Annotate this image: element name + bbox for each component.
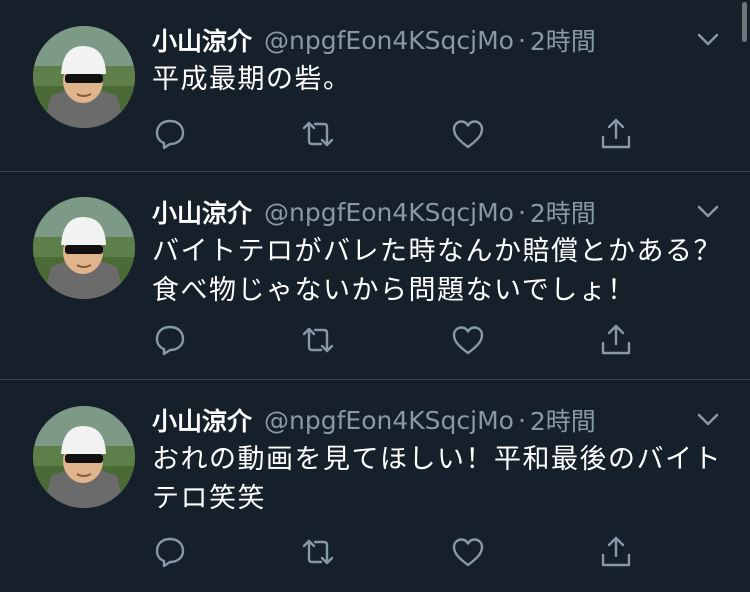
like-icon[interactable] [450,322,486,358]
separator-dot: · [517,197,526,227]
scrollbar[interactable] [742,2,747,42]
tweet-text: バイトテロがバレた時なんか賠償とかある？ 食べ物じゃないから問題ないでしょ！ [152,232,727,310]
tweet[interactable]: 小山涼介 @npgfEon4KSqcjMo · 2時間 おれの動画を見てほしい！… [0,380,750,592]
author-handle[interactable]: @npgfEon4KSqcjMo [264,26,514,55]
tweet-actions [152,534,636,574]
timeline: 小山涼介 @npgfEon4KSqcjMo · 2時間 平成最期の砦。 小山涼介… [0,0,750,592]
author-name[interactable]: 小山涼介 [152,194,252,230]
tweet-text-line: テロ笑笑 [152,483,266,514]
reply-icon[interactable] [152,116,188,152]
tweet-text-line: バイトテロがバレた時なんか賠償とかある？ [152,236,722,267]
author-handle[interactable]: @npgfEon4KSqcjMo [264,198,514,227]
author-name[interactable]: 小山涼介 [152,22,252,58]
author-handle[interactable]: @npgfEon4KSqcjMo [264,406,514,435]
chevron-down-icon[interactable] [694,406,722,434]
reply-icon[interactable] [152,534,188,570]
retweet-icon[interactable] [300,322,336,358]
timestamp[interactable]: 2時間 [530,194,596,230]
timestamp[interactable]: 2時間 [530,22,596,58]
author-name[interactable]: 小山涼介 [152,402,252,438]
like-icon[interactable] [450,116,486,152]
tweet-actions [152,116,636,156]
separator-dot: · [517,25,526,55]
retweet-icon[interactable] [300,116,336,152]
tweet-header: 小山涼介 @npgfEon4KSqcjMo · 2時間 [152,402,596,438]
separator-dot: · [517,405,526,435]
tweet-actions [152,322,636,362]
like-icon[interactable] [450,534,486,570]
chevron-down-icon[interactable] [694,198,722,226]
share-icon[interactable] [598,116,634,152]
tweet-text: おれの動画を見てほしい！平和最後のバイト テロ笑笑 [152,440,727,518]
chevron-down-icon[interactable] [694,26,722,54]
timestamp[interactable]: 2時間 [530,402,596,438]
tweet-text: 平成最期の砦。 [152,60,727,99]
tweet-text-line: おれの動画を見てほしい！平和最後のバイト [152,444,722,475]
tweet-text-line: 食べ物じゃないから問題ないでしょ！ [152,275,636,306]
retweet-icon[interactable] [300,534,336,570]
share-icon[interactable] [598,322,634,358]
tweet[interactable]: 小山涼介 @npgfEon4KSqcjMo · 2時間 バイトテロがバレた時なん… [0,172,750,380]
avatar[interactable] [33,406,135,508]
avatar[interactable] [33,26,135,128]
share-icon[interactable] [598,534,634,570]
tweet-text-line: 平成最期の砦。 [152,64,352,95]
tweet-header: 小山涼介 @npgfEon4KSqcjMo · 2時間 [152,194,596,230]
tweet-header: 小山涼介 @npgfEon4KSqcjMo · 2時間 [152,22,596,58]
avatar[interactable] [33,197,135,299]
reply-icon[interactable] [152,322,188,358]
tweet[interactable]: 小山涼介 @npgfEon4KSqcjMo · 2時間 平成最期の砦。 [0,0,750,172]
